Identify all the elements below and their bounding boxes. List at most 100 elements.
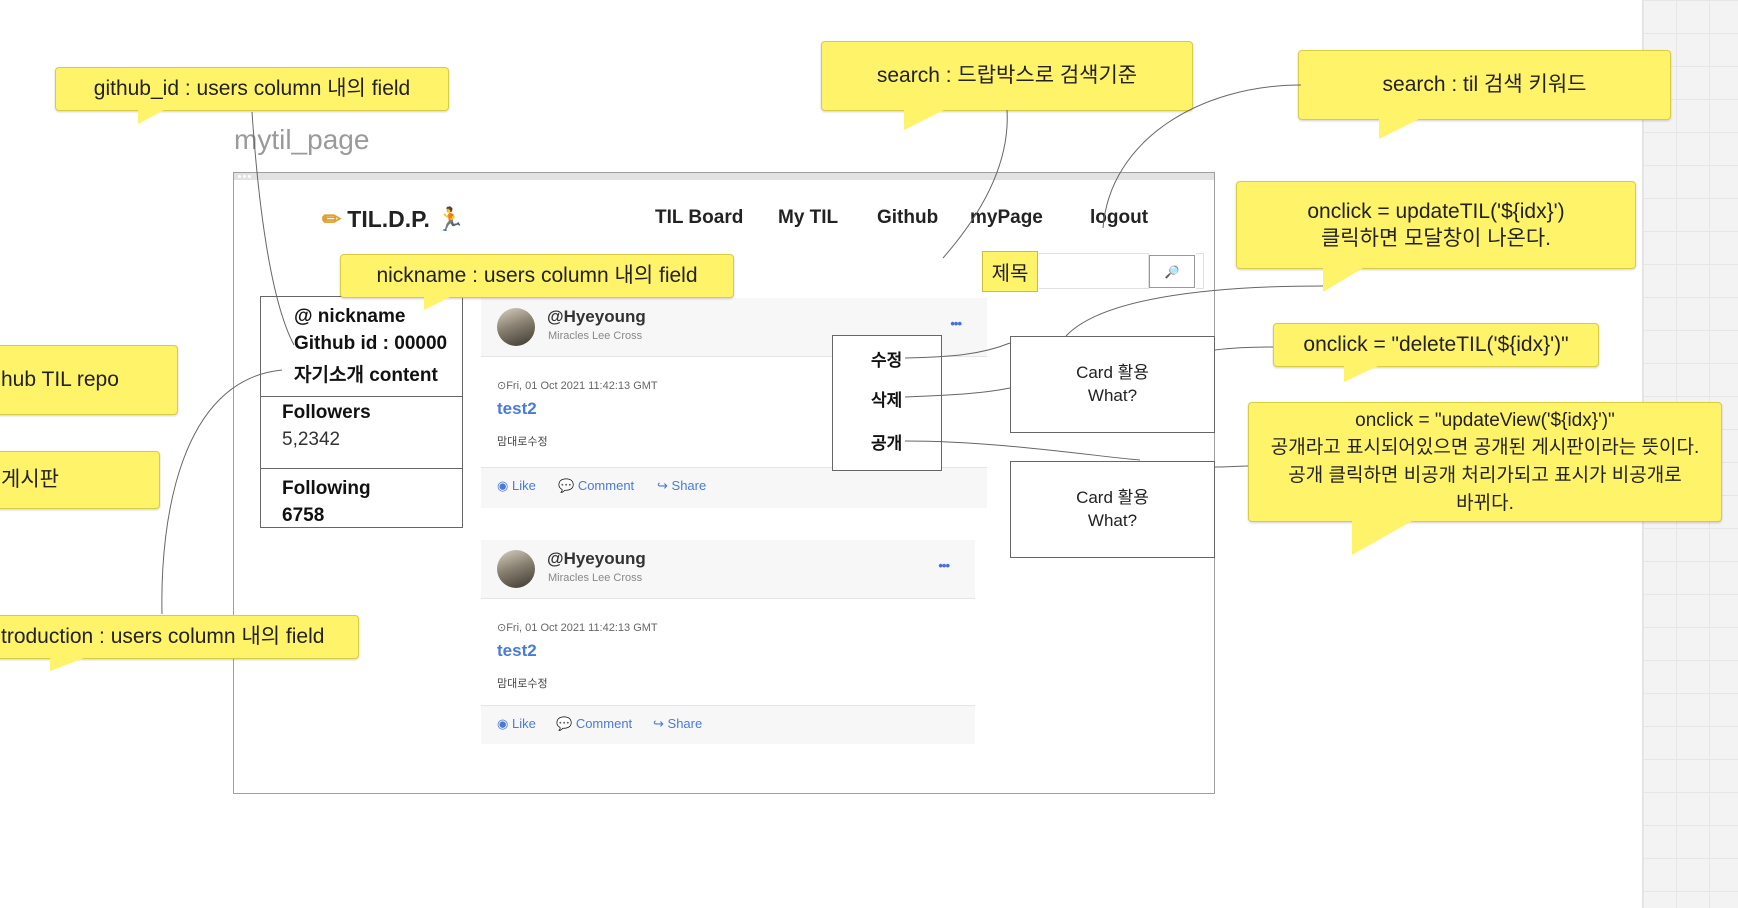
note-tail — [1352, 521, 1412, 555]
comment-icon: 💬 — [556, 716, 573, 731]
card-date: ⊙Fri, 01 Oct 2021 11:42:13 GMT — [497, 380, 658, 392]
card-author[interactable]: @Hyeyoung — [547, 307, 646, 327]
card-usage-label: Card 활용 — [1076, 362, 1149, 382]
more-options-icon[interactable]: ••• — [938, 558, 950, 573]
menu-edit[interactable]: 수정 — [871, 346, 902, 371]
note-text: 클릭하면 모달창이 나온다. — [1320, 227, 1552, 250]
share-button[interactable]: ↪ Share — [657, 478, 706, 494]
search-criteria-select[interactable]: 제목 — [982, 251, 1038, 292]
note-tail — [138, 110, 164, 124]
note-tail — [1379, 119, 1419, 139]
note-text: github_id : users column 내의 field — [93, 77, 411, 101]
nav-til-board[interactable]: TIL Board — [655, 207, 743, 229]
share-label: Share — [667, 716, 703, 731]
note-introduction: troduction : users column 내의 field — [0, 615, 359, 659]
comment-icon: 💬 — [558, 478, 575, 493]
search-icon: 🔎 — [1164, 264, 1180, 279]
note-text: hub TIL repo — [1, 368, 119, 392]
following-count: 6758 — [282, 505, 325, 526]
til-card: @Hyeyoung Miracles Lee Cross ••• ⊙Fri, 0… — [481, 540, 975, 744]
more-options-icon[interactable]: ••• — [950, 316, 962, 331]
note-tail — [50, 658, 84, 671]
note-search-keyword: search : til 검색 키워드 — [1298, 50, 1671, 120]
profile-intro: 자기소개 content — [294, 365, 438, 386]
note-text: nickname : users column 내의 field — [376, 264, 698, 288]
card-header: @Hyeyoung Miracles Lee Cross ••• — [481, 540, 975, 598]
note-github-id: github_id : users column 내의 field — [55, 67, 449, 111]
card-content: 맘대로수정 — [497, 678, 548, 690]
following-label[interactable]: Following — [282, 478, 371, 500]
share-button[interactable]: ↪ Share — [653, 716, 702, 732]
note-search-dropbox: search : 드랍박스로 검색기준 — [821, 41, 1193, 111]
note-text: 공개 클릭하면 비공개 처리가되고 표시가 비공개로 — [1288, 465, 1682, 486]
note-tail — [904, 110, 944, 130]
note-update-view: onclick = "updateView('${idx}')" 공개라고 표시… — [1248, 402, 1722, 522]
brand-name: TIL.D.P. — [347, 206, 430, 232]
note-text: onclick = updateTIL('${idx}') — [1307, 199, 1565, 223]
card-date: ⊙Fri, 01 Oct 2021 11:42:13 GMT — [497, 622, 658, 634]
note-text: onclick = "updateView('${idx}')" — [1355, 409, 1615, 431]
card-title[interactable]: test2 — [497, 399, 537, 419]
frame-dot — [238, 175, 241, 178]
card-title[interactable]: test2 — [497, 641, 537, 661]
nav-github[interactable]: Github — [877, 207, 938, 229]
like-icon: ◉ — [497, 716, 509, 731]
frame-label: mytil_page — [234, 124, 370, 155]
card-actions: ◉ Like 💬 Comment ↪ Share — [481, 704, 975, 744]
note-delete-til: onclick = "deleteTIL('${idx}')" — [1273, 323, 1599, 367]
pencil-icon: ✏ — [322, 206, 342, 232]
nav-logout[interactable]: logout — [1090, 207, 1148, 229]
profile-github-id: Github id : 00000 — [294, 333, 448, 354]
like-button[interactable]: ◉ Like — [497, 478, 536, 494]
note-text: troduction : users column 내의 field — [1, 625, 325, 649]
brand-logo[interactable]: ✏ TIL.D.P. 🏃 — [322, 206, 465, 233]
frame-dot — [248, 175, 251, 178]
runner-icon: 🏃 — [435, 206, 465, 232]
frame-topbar — [234, 173, 1214, 180]
share-label: Share — [671, 478, 707, 493]
card-usage-question: What? — [1087, 510, 1138, 530]
card-subtitle: Miracles Lee Cross — [548, 572, 643, 584]
comment-button[interactable]: 💬 Comment — [558, 478, 634, 494]
menu-visibility[interactable]: 공개 — [871, 429, 902, 454]
connector-line — [1214, 346, 1274, 351]
note-text: onclick = "deleteTIL('${idx}')" — [1303, 333, 1569, 357]
note-tail — [424, 297, 450, 310]
note-text: 게시판 — [1, 468, 59, 492]
note-board: 게시판 — [0, 451, 160, 509]
note-text: 바뀌다. — [1456, 492, 1514, 514]
avatar — [497, 550, 535, 588]
card-usage-box: Card 활용 What? — [1010, 461, 1215, 558]
note-update-til: onclick = updateTIL('${idx}') 클릭하면 모달창이 … — [1236, 181, 1636, 269]
card-subtitle: Miracles Lee Cross — [548, 330, 643, 342]
note-text: search : til 검색 키워드 — [1382, 73, 1587, 97]
card-content: 맘대로수정 — [497, 436, 548, 448]
comment-button[interactable]: 💬 Comment — [556, 716, 632, 732]
note-github-repo: hub TIL repo — [0, 345, 178, 415]
share-icon: ↪ — [653, 716, 664, 731]
nav-mypage[interactable]: myPage — [970, 207, 1043, 229]
frame-dot — [243, 175, 246, 178]
profile-nickname: @ nickname — [294, 306, 406, 327]
card-usage-label: Card 활용 — [1076, 487, 1149, 507]
card-body: ⊙Fri, 01 Oct 2021 11:42:13 GMT test2 맘대로… — [481, 598, 975, 706]
note-tail — [1344, 366, 1378, 382]
card-usage-box: Card 활용 What? — [1010, 336, 1215, 433]
profile-divider — [261, 396, 462, 397]
search-field-end — [1196, 253, 1204, 289]
avatar — [497, 308, 535, 346]
like-label: Like — [511, 716, 536, 731]
menu-delete[interactable]: 삭제 — [871, 386, 902, 411]
followers-label[interactable]: Followers — [282, 402, 371, 424]
note-text: 공개라고 표시되어있으면 공개된 게시판이라는 뜻이다. — [1270, 437, 1700, 459]
like-icon: ◉ — [497, 478, 509, 493]
connector-line — [1214, 465, 1249, 468]
card-author[interactable]: @Hyeyoung — [547, 549, 646, 569]
search-input[interactable] — [1039, 253, 1149, 289]
search-button[interactable]: 🔎 — [1149, 255, 1195, 288]
like-button[interactable]: ◉ Like — [497, 716, 536, 732]
comment-label: Comment — [577, 478, 635, 493]
note-text: search : 드랍박스로 검색기준 — [876, 64, 1138, 88]
like-label: Like — [511, 478, 536, 493]
nav-my-til[interactable]: My TIL — [778, 207, 838, 229]
